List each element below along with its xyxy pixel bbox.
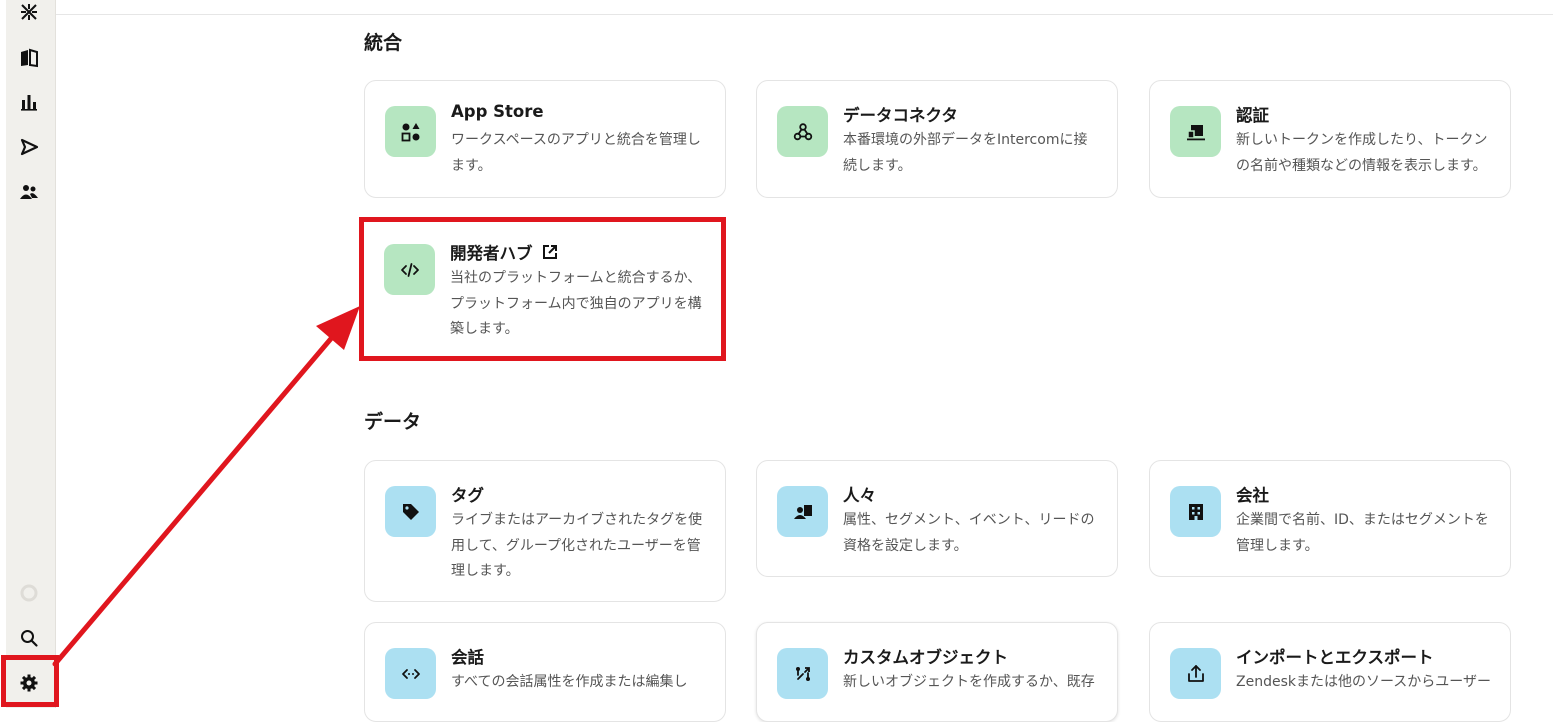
card-title: 会話 bbox=[451, 648, 484, 667]
card-title: 認証 bbox=[1236, 106, 1269, 125]
highlight-settings-gear bbox=[1, 655, 59, 707]
people-icon-svg bbox=[20, 185, 38, 199]
card-auth[interactable]: 認証 新しいトークンを作成したり、トークンの名前や種類などの情報を表示します。 bbox=[1149, 80, 1511, 198]
apps-icon bbox=[385, 106, 436, 157]
people-icon[interactable] bbox=[17, 180, 41, 204]
status-icon-svg bbox=[20, 584, 38, 602]
card-description: Zendeskまたは他のソースからユーザー bbox=[1236, 674, 1491, 690]
card-data-connector[interactable]: データコネクタ 本番環境の外部データをIntercomに接続します。 bbox=[756, 80, 1118, 198]
card-description: 本番環境の外部データをIntercomに接続します。 bbox=[843, 132, 1088, 174]
card-title: データコネクタ bbox=[843, 106, 958, 125]
highlight-developer-hub bbox=[359, 217, 726, 361]
arrow-line bbox=[52, 325, 343, 667]
webhook-icon bbox=[777, 106, 828, 157]
card-title: カスタムオブジェクト bbox=[843, 648, 1008, 667]
upload-icon bbox=[1170, 648, 1221, 699]
person-icon bbox=[777, 486, 828, 537]
card-title: インポートとエクスポート bbox=[1236, 648, 1434, 667]
logo-icon-svg bbox=[21, 4, 37, 20]
card-title: 人々 bbox=[843, 486, 876, 505]
card-import-export[interactable]: インポートとエクスポート Zendeskまたは他のソースからユーザー bbox=[1149, 622, 1511, 722]
send-icon[interactable] bbox=[17, 135, 41, 159]
top-divider bbox=[56, 14, 1553, 15]
auth-token-icon-svg bbox=[1186, 124, 1205, 140]
card-description: 新しいオブジェクトを作成するか、既存の bbox=[843, 674, 1095, 690]
logo-icon[interactable] bbox=[17, 0, 41, 24]
card-title: 会社 bbox=[1236, 486, 1269, 505]
conversation-attribute-icon-svg bbox=[401, 668, 420, 679]
sidebar-edge bbox=[0, 0, 6, 708]
card-description: 新しいトークンを作成したり、トークンの名前や種類などの情報を表示します。 bbox=[1236, 132, 1488, 174]
tag-icon bbox=[385, 486, 436, 537]
sidebar bbox=[0, 0, 56, 708]
webhook-icon-svg bbox=[793, 122, 812, 140]
search-icon-svg bbox=[21, 630, 38, 647]
auth-token-icon bbox=[1170, 106, 1221, 157]
conversation-attribute-icon bbox=[385, 648, 436, 699]
section-title-data: データ bbox=[364, 411, 422, 433]
card-description: ライブまたはアーカイブされたタグを使用して、グループ化されたユーザーを管理します… bbox=[451, 512, 703, 579]
building-icon bbox=[1170, 486, 1221, 537]
card-description: 企業間で名前、ID、またはセグメントを管理します。 bbox=[1236, 512, 1489, 554]
card-people[interactable]: 人々 属性、セグメント、イベント、リードの資格を設定します。 bbox=[756, 460, 1118, 577]
card-conversations[interactable]: 会話 すべての会話属性を作成または編集し bbox=[364, 622, 726, 722]
upload-icon-svg bbox=[1187, 664, 1204, 682]
custom-object-icon bbox=[777, 648, 828, 699]
send-icon-svg bbox=[20, 138, 39, 156]
card-companies[interactable]: 会社 企業間で名前、ID、またはセグメントを管理します。 bbox=[1149, 460, 1511, 577]
bar-chart-icon[interactable] bbox=[17, 90, 41, 114]
card-title: App Store bbox=[451, 102, 544, 121]
card-description: 属性、セグメント、イベント、リードの資格を設定します。 bbox=[843, 512, 1095, 554]
card-custom-objects[interactable]: カスタムオブジェクト 新しいオブジェクトを作成するか、既存の bbox=[756, 622, 1118, 722]
card-description: すべての会話属性を作成または編集し bbox=[451, 674, 688, 690]
bar-chart-icon-svg bbox=[21, 95, 37, 111]
status-icon[interactable] bbox=[17, 581, 41, 605]
card-app-store[interactable]: App Store ワークスペースのアプリと統合を管理します。 bbox=[364, 80, 726, 198]
building-icon-svg bbox=[1188, 503, 1203, 520]
section-title-integration: 統合 bbox=[364, 32, 403, 54]
custom-object-icon-svg bbox=[795, 666, 810, 681]
book-icon[interactable] bbox=[17, 46, 41, 70]
tag-icon-svg bbox=[402, 503, 419, 520]
card-description: ワークスペースのアプリと統合を管理します。 bbox=[451, 132, 701, 174]
apps-icon-svg bbox=[401, 122, 419, 141]
search-icon[interactable] bbox=[17, 626, 41, 650]
card-title: タグ bbox=[451, 486, 484, 505]
card-tags[interactable]: タグ ライブまたはアーカイブされたタグを使用して、グループ化されたユーザーを管理… bbox=[364, 460, 726, 602]
arrow-head bbox=[316, 306, 360, 350]
book-icon-svg bbox=[21, 48, 38, 68]
person-icon-svg bbox=[793, 504, 812, 519]
